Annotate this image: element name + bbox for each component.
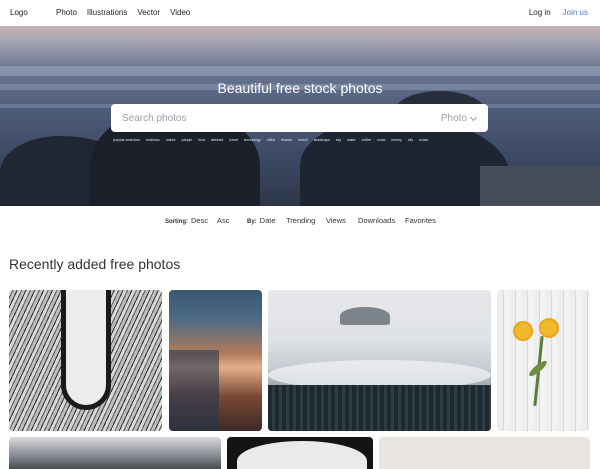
sort-by-label: By: [247, 219, 257, 225]
sort-asc-option[interactable]: Asc [217, 216, 230, 225]
tag[interactable]: flowers [281, 138, 292, 142]
photo-shadow-shape [169, 350, 219, 431]
photo-trees-shape [268, 385, 491, 431]
nav-link-illustrations[interactable]: Illustrations [87, 8, 127, 17]
tag[interactable]: coffee [362, 138, 371, 142]
sorting-label: Sorting: [165, 219, 188, 225]
tag[interactable]: abstract [211, 138, 223, 142]
hero-headline: Beautiful free stock photos [217, 80, 383, 96]
photo-card[interactable] [9, 290, 162, 431]
search-bar[interactable]: Search photos Photo [111, 104, 488, 132]
sorting-group: Sorting: Desc [165, 216, 208, 225]
tag[interactable]: water [347, 138, 356, 142]
photo-flower-shape [541, 320, 557, 336]
search-input[interactable]: Search photos [122, 113, 187, 124]
nav-links: Photo Illustrations Vector Video [56, 8, 190, 17]
hero-wave [0, 66, 600, 76]
sort-desc-option[interactable]: Desc [191, 216, 208, 225]
section-title: Recently added free photos [9, 256, 181, 272]
tag[interactable]: food [198, 138, 205, 142]
photo-card[interactable] [227, 437, 373, 469]
chevron-down-icon [469, 113, 478, 121]
tag[interactable]: money [391, 138, 402, 142]
photo-card[interactable] [268, 290, 491, 431]
tag[interactable]: popular searches [113, 138, 140, 142]
photo-peak-shape [340, 307, 390, 325]
tag[interactable]: business [146, 138, 160, 142]
top-nav: Logo Photo Illustrations Vector Video Lo… [0, 0, 600, 26]
popular-tags: popular searches business nature people … [113, 138, 493, 142]
sort-downloads-option[interactable]: Downloads [358, 216, 395, 225]
photo-card[interactable] [497, 290, 590, 431]
photo-card[interactable] [9, 437, 221, 469]
join-link[interactable]: Join us [563, 8, 588, 17]
nav-link-photo[interactable]: Photo [56, 8, 77, 17]
tag[interactable]: people [182, 138, 193, 142]
photo-road-shape [61, 290, 111, 410]
tag[interactable]: beach [298, 138, 308, 142]
sort-date-option[interactable]: Date [260, 216, 276, 225]
tag[interactable]: travel [229, 138, 238, 142]
hero-shore [480, 166, 600, 206]
photo-flower-shape [515, 323, 531, 339]
photo-petal-shape [237, 441, 367, 469]
tag[interactable]: sky [336, 138, 341, 142]
auth-links: Log in Join us [529, 8, 588, 17]
tag[interactable]: landscape [314, 138, 330, 142]
tag[interactable]: city [408, 138, 413, 142]
sort-by-group: By: Date [247, 216, 276, 225]
nav-link-vector[interactable]: Vector [137, 8, 160, 17]
hero-banner: Beautiful free stock photos Search photo… [0, 26, 600, 206]
search-type-label: Photo [440, 113, 467, 124]
nav-link-video[interactable]: Video [170, 8, 190, 17]
tag[interactable]: office [267, 138, 275, 142]
sort-trending-option[interactable]: Trending [286, 216, 315, 225]
photo-card[interactable] [169, 290, 262, 431]
photo-card[interactable] [379, 437, 590, 469]
tag[interactable]: music [419, 138, 428, 142]
tag[interactable]: snow [377, 138, 385, 142]
logo[interactable]: Logo [10, 8, 28, 17]
search-type-select[interactable]: Photo [440, 113, 478, 124]
tag[interactable]: nature [166, 138, 176, 142]
sort-views-option[interactable]: Views [326, 216, 346, 225]
sort-favorites-option[interactable]: Favorites [405, 216, 436, 225]
sorting-bar: Sorting: Desc Asc By: Date Trending Views … [0, 216, 600, 228]
login-link[interactable]: Log in [529, 8, 551, 17]
tag[interactable]: technology [244, 138, 261, 142]
